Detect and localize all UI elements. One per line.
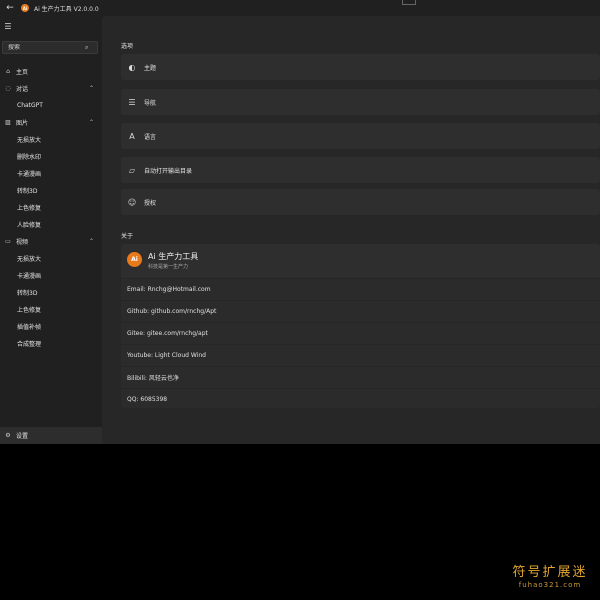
sidebar-item-video-cartoon[interactable]: 卡通漫画: [0, 267, 102, 284]
about-panel: Ai Ai 生产力工具 科技是第一生产力 Email: Rnchg@Hotmai…: [121, 244, 600, 408]
option-label: 主题: [144, 64, 157, 72]
about-logo: Ai: [127, 252, 142, 267]
about-text: Bilibili: 风轻云也净: [127, 375, 179, 382]
sidebar-item-label: 无损放大: [17, 137, 42, 144]
smiley-icon: ☺: [127, 197, 137, 207]
search-icon[interactable]: ⌕: [85, 44, 88, 52]
about-row-youtube: Youtube: Light Cloud Wind: [121, 344, 600, 366]
option-label: 授权: [144, 199, 157, 207]
chat-icon: ◌: [5, 85, 11, 92]
sidebar-item-image-upscale[interactable]: 无损放大: [0, 131, 102, 148]
sidebar-item-chat[interactable]: ◌ 对话 ⌃: [0, 80, 102, 97]
sidebar-item-video[interactable]: ▭ 视频 ⌃: [0, 233, 102, 250]
sidebar-item-video-upscale[interactable]: 无损放大: [0, 250, 102, 267]
sidebar-item-label: 转制3D: [17, 290, 38, 297]
search-box: ⌕: [2, 41, 98, 54]
gear-icon: ⚙: [5, 432, 11, 439]
sidebar-item-label: 视频: [16, 239, 29, 246]
sidebar-item-label: 无损放大: [17, 256, 42, 263]
option-label: 语言: [144, 133, 157, 141]
sidebar-item-label: 设置: [16, 433, 29, 440]
sidebar-item-video-compose[interactable]: 合成整理: [0, 335, 102, 352]
option-label: 自动打开输出目录: [144, 167, 193, 175]
sidebar-item-label: 对话: [16, 86, 29, 93]
sidebar-item-image[interactable]: ▨ 图片 ⌃: [0, 114, 102, 131]
option-auto-open-output[interactable]: ▱ 自动打开输出目录: [121, 157, 600, 183]
about-text: QQ: 6085398: [127, 396, 168, 403]
about-row-bilibili: Bilibili: 风轻云也净: [121, 366, 600, 388]
sidebar-item-video-interpolate[interactable]: 插值补帧: [0, 318, 102, 335]
sidebar-item-label: 卡通漫画: [17, 171, 42, 178]
about-row-qq: QQ: 6085398: [121, 388, 600, 408]
main-content: 选项 ◐ 主题 ☰ 导航 A 语言 ▱ 自动打开输出目录 ☺ 授权 关于 Ai …: [102, 16, 600, 444]
sidebar-item-image-watermark[interactable]: 删除水印: [0, 148, 102, 165]
sidebar-item-label: 卡通漫画: [17, 273, 42, 280]
about-row-gitee: Gitee: gitee.com/rnchg/apt: [121, 322, 600, 344]
sidebar-item-label: 转制3D: [17, 188, 38, 195]
app-window: ← Ai Ai 生产力工具 V2.0.0.0 ☰ ⌕ ⌂ 主页 ◌ 对话 ⌃ C…: [0, 0, 600, 444]
sidebar-item-label: 图片: [16, 120, 29, 127]
window-title: Ai 生产力工具 V2.0.0.0: [34, 5, 99, 13]
home-icon: ⌂: [6, 68, 10, 75]
sidebar: ☰ ⌕ ⌂ 主页 ◌ 对话 ⌃ ChatGPT ▨ 图片 ⌃ 无损放大 删除水印: [0, 16, 102, 444]
sidebar-item-image-colorize[interactable]: 上色修复: [0, 199, 102, 216]
title-bar: ← Ai Ai 生产力工具 V2.0.0.0: [0, 0, 600, 16]
about-header: Ai Ai 生产力工具 科技是第一生产力: [121, 244, 600, 278]
search-input[interactable]: [3, 44, 85, 51]
watermark-en: fuhao321.com: [518, 581, 582, 589]
option-label: 导航: [144, 99, 157, 107]
back-arrow-icon[interactable]: ←: [3, 1, 17, 15]
option-navigation[interactable]: ☰ 导航: [121, 89, 600, 115]
about-text: Email: Rnchg@Hotmail.com: [127, 286, 211, 293]
sidebar-item-label: 插值补帧: [17, 324, 42, 331]
navigation-icon: ☰: [128, 97, 136, 107]
sidebar-item-label: 合成整理: [17, 341, 42, 348]
about-app-name: Ai 生产力工具: [148, 252, 199, 261]
sidebar-item-label: 主页: [16, 69, 29, 76]
watermark: 符号扩展迷 fuhao321.com: [505, 561, 595, 589]
sidebar-item-label: 上色修复: [17, 307, 42, 314]
sidebar-item-chatgpt[interactable]: ChatGPT: [0, 97, 102, 114]
image-icon: ▨: [5, 119, 11, 126]
about-section-title: 关于: [121, 233, 134, 240]
sidebar-item-video-colorize[interactable]: 上色修复: [0, 301, 102, 318]
watermark-cn: 符号扩展迷: [512, 565, 588, 580]
palette-icon: ◐: [128, 62, 136, 72]
option-theme[interactable]: ◐ 主题: [121, 54, 600, 80]
about-text: Github: github.com/rnchg/Apt: [127, 308, 217, 315]
sidebar-item-label: 上色修复: [17, 205, 42, 212]
sidebar-item-video-3d[interactable]: 转制3D: [0, 284, 102, 301]
about-text: Gitee: gitee.com/rnchg/apt: [127, 330, 208, 337]
language-icon: A: [129, 131, 135, 141]
sidebar-item-image-3d[interactable]: 转制3D: [0, 182, 102, 199]
sidebar-item-label: 人脸修复: [17, 222, 42, 229]
hamburger-icon[interactable]: ☰: [3, 21, 13, 31]
sidebar-item-label: ChatGPT: [17, 102, 43, 109]
about-row-email: Email: Rnchg@Hotmail.com: [121, 278, 600, 300]
option-language[interactable]: A 语言: [121, 123, 600, 149]
app-logo: Ai: [21, 4, 29, 12]
chevron-up-icon[interactable]: ⌃: [89, 119, 94, 126]
sidebar-item-label: 删除水印: [17, 154, 42, 161]
folder-icon: ▱: [128, 165, 136, 175]
sidebar-item-image-face[interactable]: 人脸修复: [0, 216, 102, 233]
about-text: Youtube: Light Cloud Wind: [127, 352, 206, 359]
sidebar-item-home[interactable]: ⌂ 主页: [0, 63, 102, 80]
about-row-github: Github: github.com/rnchg/Apt: [121, 300, 600, 322]
video-icon: ▭: [5, 238, 11, 245]
option-license[interactable]: ☺ 授权: [121, 189, 600, 215]
chevron-up-icon[interactable]: ⌃: [89, 238, 94, 245]
sidebar-item-settings[interactable]: ⚙ 设置: [0, 427, 102, 444]
options-section-title: 选项: [121, 43, 134, 50]
about-subtitle: 科技是第一生产力: [148, 264, 189, 270]
chevron-up-icon[interactable]: ⌃: [89, 85, 94, 92]
drag-handle[interactable]: [402, 0, 416, 5]
sidebar-item-image-cartoon[interactable]: 卡通漫画: [0, 165, 102, 182]
